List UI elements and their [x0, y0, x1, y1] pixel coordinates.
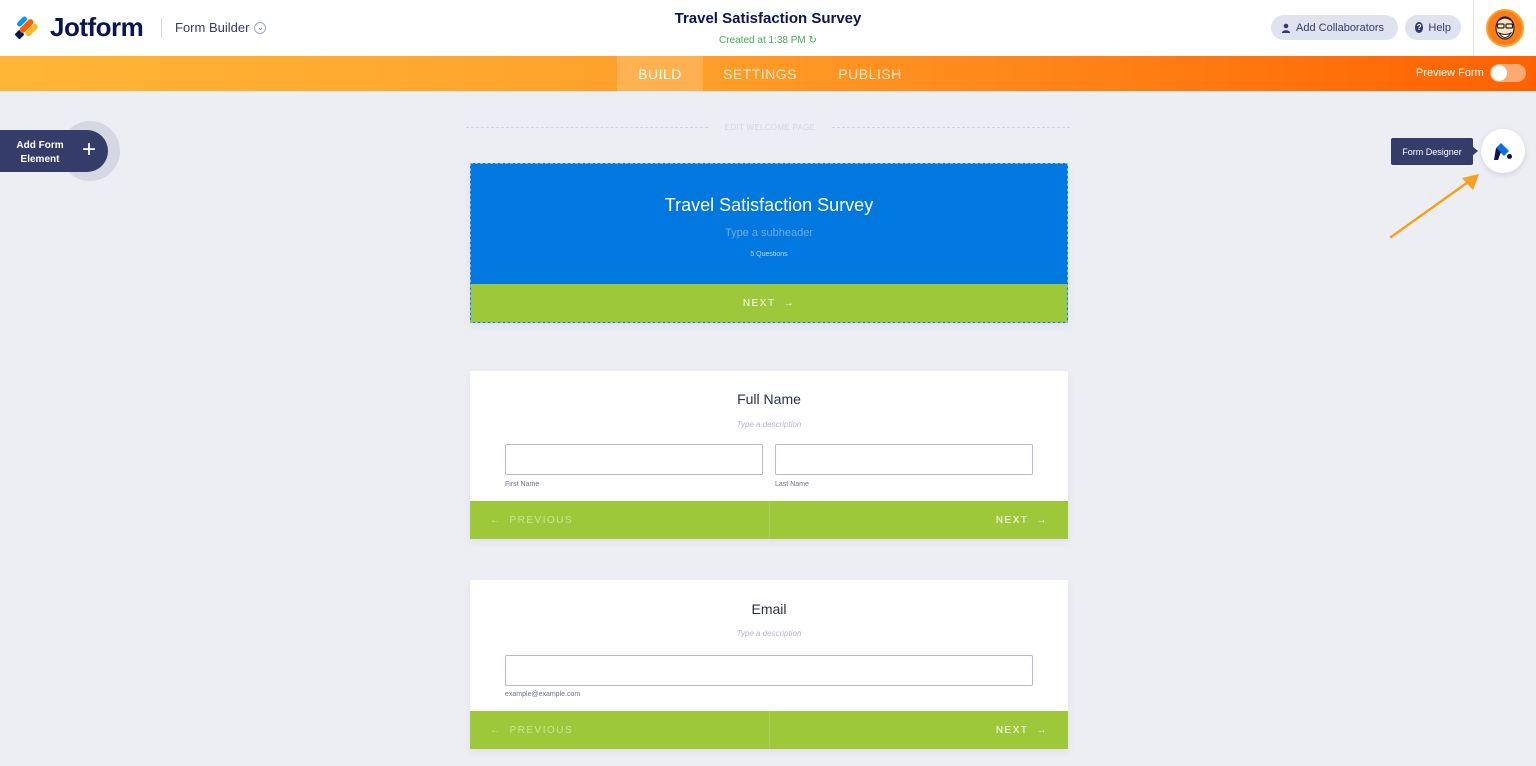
previous-label: PREVIOUS [509, 514, 574, 526]
arrow-right-icon: → [783, 297, 796, 309]
tab-settings[interactable]: SETTINGS [712, 56, 808, 91]
welcome-divider-left [466, 127, 708, 128]
user-icon [1281, 23, 1291, 33]
welcome-title[interactable]: Travel Satisfaction Survey [471, 195, 1067, 216]
previous-label: PREVIOUS [509, 724, 574, 736]
add-collaborators-button[interactable]: Add Collaborators [1271, 15, 1398, 40]
question-button-bar: ← PREVIOUS NEXT → [470, 711, 1068, 749]
form-designer-tooltip: Form Designer [1391, 138, 1473, 165]
question-description[interactable]: Type a description [470, 420, 1068, 429]
first-name-sublabel: First Name [505, 481, 540, 488]
arrow-left-icon: ← [490, 724, 502, 736]
first-name-input[interactable] [505, 444, 763, 475]
tab-publish[interactable]: PUBLISH [826, 56, 914, 91]
welcome-divider-right [832, 127, 1070, 128]
arrow-right-icon: → [1036, 724, 1048, 736]
avatar-divider [1473, 0, 1474, 56]
welcome-button-bar: NEXT → [471, 284, 1067, 322]
welcome-next-button[interactable]: NEXT → [471, 284, 1067, 322]
avatar[interactable] [1486, 9, 1524, 47]
question-title[interactable]: Full Name [470, 391, 1068, 407]
email-input[interactable] [505, 655, 1033, 686]
questions-count: 5 Questions [750, 251, 788, 258]
user-avatar-icon [1495, 16, 1515, 40]
last-name-sublabel: Last Name [775, 481, 809, 488]
question-card-full-name[interactable]: Full Name Type a description First Name … [470, 371, 1068, 539]
next-button[interactable]: NEXT → [769, 501, 1068, 539]
add-form-element-label: Add Form Element [16, 140, 64, 165]
paint-roller-icon [1494, 143, 1512, 160]
question-title[interactable]: Email [470, 601, 1068, 617]
tooltip-pointer [1472, 146, 1478, 156]
nav-bar: BUILD SETTINGS PUBLISH [0, 56, 1536, 91]
question-description[interactable]: Type a description [470, 629, 1068, 638]
arrow-left-icon: ← [490, 514, 502, 526]
next-label: NEXT [995, 514, 1029, 526]
next-label: NEXT [742, 297, 776, 309]
question-button-bar: ← PREVIOUS NEXT → [470, 501, 1068, 539]
arrow-right-icon: → [1036, 514, 1048, 526]
edit-welcome-page-link[interactable]: EDIT WELCOME PAGE [710, 123, 830, 132]
welcome-subheader[interactable]: Type a subheader [471, 227, 1067, 239]
help-icon: ? [1415, 22, 1424, 33]
preview-form-toggle[interactable] [1490, 64, 1526, 82]
created-text: Created at 1:38 PM [719, 35, 806, 46]
help-label: Help [1428, 21, 1451, 34]
toggle-knob [1491, 65, 1507, 81]
annotation-arrow-icon [1389, 174, 1479, 239]
help-button[interactable]: ? Help [1405, 15, 1461, 40]
top-bar: Jotform Form Builder ⌄ Travel Satisfacti… [0, 0, 1536, 56]
add-collaborators-label: Add Collaborators [1296, 21, 1385, 34]
welcome-card[interactable]: Travel Satisfaction Survey Type a subhea… [470, 163, 1068, 323]
email-sublabel: example@example.com [505, 691, 581, 698]
question-card-email[interactable]: Email Type a description example@example… [470, 580, 1068, 749]
previous-button[interactable]: ← PREVIOUS [470, 501, 769, 539]
plus-icon: + [81, 136, 96, 163]
refresh-icon: ↻ [808, 35, 817, 46]
previous-button[interactable]: ← PREVIOUS [470, 711, 769, 749]
next-label: NEXT [995, 724, 1029, 736]
tab-build[interactable]: BUILD [617, 56, 703, 91]
next-button[interactable]: NEXT → [769, 711, 1068, 749]
preview-form-label: Preview Form [1416, 67, 1484, 79]
last-name-input[interactable] [775, 444, 1033, 475]
form-designer-button[interactable] [1481, 129, 1525, 173]
